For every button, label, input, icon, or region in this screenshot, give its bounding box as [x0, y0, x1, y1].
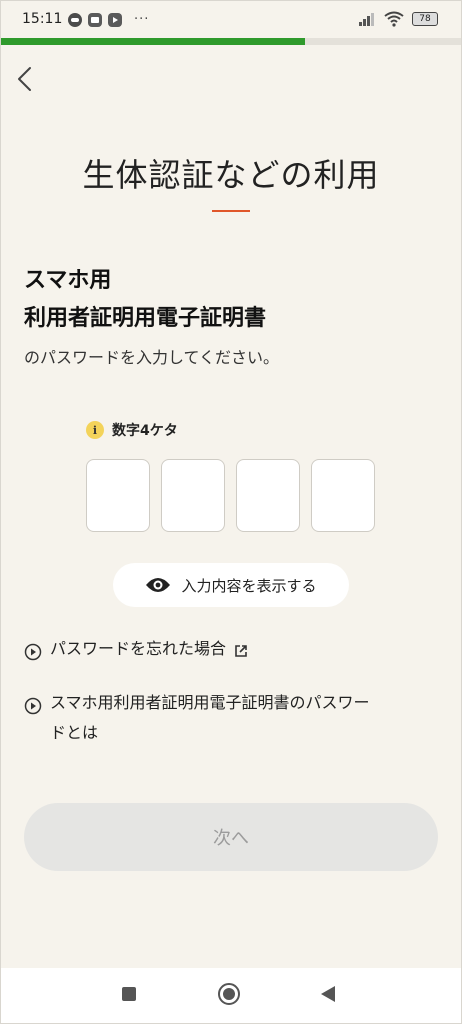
pin-input-group: [86, 459, 375, 532]
digit-hint: i 数字4ケタ: [86, 420, 178, 440]
chevron-left-icon: [18, 67, 31, 91]
system-back-button[interactable]: [320, 985, 336, 1007]
progress-bar: [0, 38, 462, 45]
pin-digit-3[interactable]: [236, 459, 300, 532]
heading-line-1: スマホ用: [24, 268, 112, 293]
section-heading: スマホ用 利用者証明用電子証明書: [24, 262, 266, 338]
system-nav-bar: [0, 968, 462, 1024]
line-app-icon: [68, 12, 82, 27]
recents-button[interactable]: [121, 986, 137, 1006]
about-password-line-2: ドとは: [50, 723, 99, 742]
info-icon: i: [86, 421, 104, 439]
forgot-password-link[interactable]: パスワードを忘れた場合: [24, 639, 248, 664]
pin-digit-1[interactable]: [86, 459, 150, 532]
about-password-link[interactable]: スマホ用利用者証明用電子証明書のパスワー ドとは: [24, 693, 370, 748]
heading-line-2: 利用者証明用電子証明書: [24, 306, 267, 331]
show-input-label: 入力内容を表示する: [181, 576, 317, 595]
progress-fill: [0, 38, 305, 45]
wifi-icon: [384, 11, 404, 27]
circle-play-icon: [24, 643, 42, 661]
battery-indicator: 78: [412, 12, 438, 26]
instruction-text: のパスワードを入力してください。: [24, 348, 280, 367]
line-app-icon-2: [88, 12, 102, 27]
circle-home-icon: [218, 983, 240, 1005]
back-button[interactable]: [14, 64, 36, 94]
home-button[interactable]: [217, 982, 241, 1010]
eye-icon: [146, 578, 171, 592]
status-more-icon: ···: [134, 12, 150, 27]
pin-digit-2[interactable]: [161, 459, 225, 532]
status-time: 15:11: [22, 11, 63, 27]
page-title: 生体認証などの利用: [82, 156, 380, 194]
hint-text: 数字4ケタ: [112, 423, 178, 439]
pin-digit-4[interactable]: [311, 459, 375, 532]
status-app-icons: ···: [68, 12, 149, 27]
external-link-icon: [235, 645, 247, 657]
about-password-line-1: スマホ用利用者証明用電子証明書のパスワー: [50, 693, 370, 712]
about-password-label: スマホ用利用者証明用電子証明書のパスワー ドとは: [50, 688, 370, 748]
next-button[interactable]: 次へ: [24, 803, 438, 871]
square-recents-icon: [122, 987, 136, 1001]
status-indicators: 78: [358, 11, 438, 27]
show-input-button[interactable]: 入力内容を表示する: [113, 563, 349, 607]
signal-icon: [359, 13, 374, 26]
circle-play-icon: [24, 697, 42, 715]
title-accent-line: [212, 210, 250, 212]
triangle-back-icon: [321, 986, 335, 1002]
forgot-password-label: パスワードを忘れた場合: [50, 639, 227, 658]
youtube-icon: [108, 12, 122, 27]
status-bar: 15:11 ··· 78: [0, 0, 462, 38]
